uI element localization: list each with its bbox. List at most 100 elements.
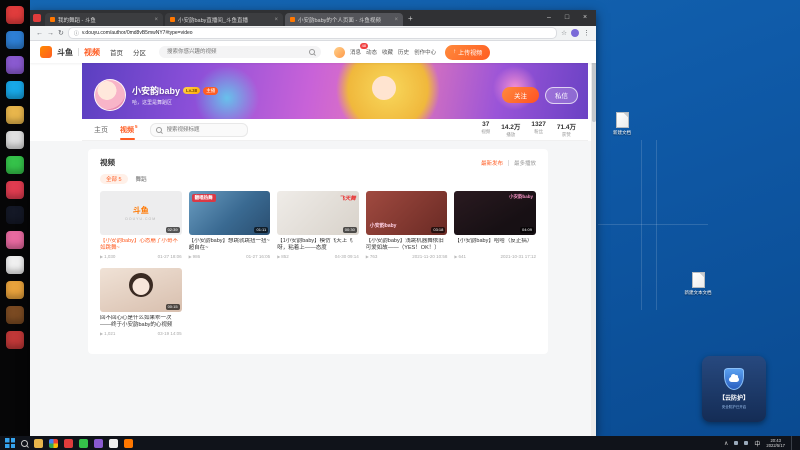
taskbar-search-icon[interactable] <box>21 439 28 447</box>
close-button[interactable]: × <box>577 10 593 26</box>
video-thumbnail[interactable]: 小安韵baby 03:18 <box>365 191 448 235</box>
browser-app-icon[interactable] <box>6 31 24 49</box>
taskbar-notepad-icon[interactable] <box>109 438 118 448</box>
site-logo-text[interactable]: 斗鱼 <box>57 47 73 58</box>
photo-app-icon[interactable] <box>6 231 24 249</box>
tab-home[interactable]: 主页 <box>94 125 108 135</box>
video-thumbnail[interactable]: 00:15 <box>100 268 182 312</box>
header-item-feed[interactable]: 动态 <box>366 48 377 56</box>
video-card[interactable]: 小安韵baby 04:09 【小安韵baby】哈哈（反正搞） ▶641 2021… <box>454 191 536 259</box>
video-title[interactable]: 【小安韵baby】想跳就跳扭一扭~超自在~ <box>189 238 271 252</box>
video-title[interactable]: 【小安韵baby】浅跳机器舞依旧可爱如故——（YES！OK！） <box>366 238 448 252</box>
history-label: 历史 <box>398 50 410 56</box>
taskbar-wechat-icon[interactable] <box>79 438 88 448</box>
site-search-input[interactable] <box>165 48 306 56</box>
profile-video-search-input[interactable] <box>164 125 242 134</box>
game-app-icon[interactable] <box>6 256 24 274</box>
sort-most-played[interactable]: 最多播放 <box>514 159 536 167</box>
search-icon[interactable] <box>309 49 315 55</box>
video-card[interactable]: 小安韵baby 03:18 【小安韵baby】浅跳机器舞依旧可爱如故——（YES… <box>365 191 448 259</box>
video-thumbnail[interactable]: 飞天舞 00:30 <box>277 191 359 235</box>
video-thumbnail[interactable]: 小安韵baby 04:09 <box>454 191 536 235</box>
taskbar-browser-icon[interactable] <box>49 438 58 448</box>
video-title[interactable]: 【1小安韵baby】模仿飞天上飞呀，粘着上——态度 <box>277 238 359 252</box>
browser-tab[interactable]: 小安韵baby直播间_斗鱼直播 × <box>165 13 283 26</box>
browser-tab-active[interactable]: 小安韵baby的个人页面 - 斗鱼视频 × <box>285 13 403 26</box>
tray-expand-icon[interactable]: ∧ <box>724 440 728 447</box>
url-field[interactable]: ⓘ v.douyu.com/author/0md8vB5mwNY7#type=v… <box>67 27 558 39</box>
music-app-icon[interactable] <box>6 181 24 199</box>
show-desktop-button[interactable] <box>791 436 795 450</box>
maximize-button[interactable]: □ <box>559 10 575 26</box>
forward-icon[interactable]: → <box>47 30 54 37</box>
nav-category[interactable]: 分区 <box>133 47 146 57</box>
browser-profile-avatar[interactable] <box>571 29 579 37</box>
taskbar-live-icon[interactable] <box>94 438 103 448</box>
private-message-button[interactable]: 私信 <box>545 86 578 104</box>
back-icon[interactable]: ← <box>36 30 43 37</box>
search-icon[interactable] <box>155 126 162 133</box>
video-card[interactable]: 飞天舞 00:30 【1小安韵baby】模仿飞天上飞呀，粘着上——态度 ▶852… <box>277 191 359 259</box>
video-app-icon[interactable] <box>6 331 24 349</box>
taskbar-douyu-icon[interactable] <box>124 438 133 448</box>
user-avatar[interactable] <box>334 46 345 58</box>
folder-icon[interactable] <box>6 131 24 149</box>
live-app-icon[interactable] <box>6 56 24 74</box>
tab-close-icon[interactable]: × <box>394 17 398 23</box>
filter-dance[interactable]: 舞蹈 <box>136 175 147 183</box>
header-item-messages[interactable]: 消息 48 <box>350 43 369 56</box>
video-thumbnail[interactable]: 翻唱热舞 01:11 <box>188 191 271 235</box>
upload-video-button[interactable]: ↑ 上传视频 <box>445 44 491 60</box>
tab-close-icon[interactable]: × <box>154 17 158 23</box>
video-editor-icon[interactable] <box>6 6 24 24</box>
sort-newest[interactable]: 最新发布 <box>481 159 503 167</box>
profile-avatar[interactable] <box>94 79 126 111</box>
douyin-icon[interactable] <box>6 206 24 224</box>
site-logo-sub[interactable]: 视频 <box>84 47 100 58</box>
profile-video-search[interactable] <box>149 122 248 137</box>
start-button[interactable] <box>5 438 15 448</box>
follow-button[interactable]: 关注 <box>502 87 539 103</box>
taskbar-clock[interactable]: 20:43 2022/5/17 <box>766 438 785 448</box>
tab-close-icon[interactable]: × <box>274 17 278 23</box>
minimize-button[interactable]: – <box>541 10 557 26</box>
kugou-icon[interactable] <box>6 81 24 99</box>
text-file-icon[interactable] <box>691 272 705 288</box>
douyu-logo-icon[interactable] <box>40 46 52 58</box>
header-item-creator-center[interactable]: 创作中心 <box>414 48 436 56</box>
video-card[interactable]: 00:15 回不回心心是什么如果乖一次——终于小安韵baby的心视频 ▶1,02… <box>100 268 182 336</box>
tray-volume-icon[interactable] <box>744 441 749 445</box>
scrollbar[interactable] <box>591 41 596 436</box>
site-search[interactable] <box>159 46 321 58</box>
video-title[interactable]: 【小安韵baby】哈哈（反正搞） <box>454 238 536 252</box>
site-info-icon[interactable]: ⓘ <box>74 30 79 37</box>
wechat-icon[interactable] <box>6 156 24 174</box>
new-tab-button[interactable]: + <box>408 14 413 23</box>
header-item-history[interactable]: 历史 <box>398 48 409 56</box>
reload-icon[interactable]: ↻ <box>58 29 64 37</box>
filter-all[interactable]: 全部 5 <box>100 174 128 184</box>
browser-logo-icon[interactable] <box>33 14 41 22</box>
tools-app-icon[interactable] <box>6 306 24 324</box>
video-title[interactable]: 回不回心心是什么如果乖一次——终于小安韵baby的心视频 <box>100 315 182 329</box>
store-app-icon[interactable] <box>6 281 24 299</box>
browser-menu-icon[interactable]: ⋮ <box>583 29 590 37</box>
input-language-indicator[interactable]: 中 <box>754 439 760 448</box>
desktop-shortcut[interactable]: 新建文档 <box>604 112 640 136</box>
bookmark-star-icon[interactable]: ☆ <box>561 29 567 37</box>
nav-home[interactable]: 首页 <box>110 47 123 57</box>
video-thumbnail[interactable]: 斗鱼 DOUYU.COM 02:39 <box>100 191 182 235</box>
taskbar-music-icon[interactable] <box>64 438 73 448</box>
tray-network-icon[interactable] <box>734 441 739 445</box>
browser-tab[interactable]: 我的舞蹈 - 斗鱼 × <box>45 13 163 26</box>
desktop-shortcut[interactable]: 新建文本文档 <box>680 272 716 296</box>
karaoke-icon[interactable] <box>6 106 24 124</box>
header-item-favorites[interactable]: 收藏 <box>382 48 393 56</box>
document-icon[interactable] <box>615 112 629 128</box>
video-card[interactable]: 翻唱热舞 01:11 【小安韵baby】想跳就跳扭一扭~超自在~ ▶986 01… <box>188 191 271 259</box>
video-card[interactable]: 斗鱼 DOUYU.COM 02:39 【小安韵baby】心态崩了小哥不如跳舞~ … <box>100 191 182 259</box>
tab-video[interactable]: 视频 5 <box>120 119 138 140</box>
taskbar-folder-icon[interactable] <box>34 438 43 448</box>
cloud-protection-widget[interactable]: 【云防护】 安全防护已开启 <box>702 356 766 422</box>
video-title[interactable]: 【小安韵baby】心态崩了小哥不如跳舞~ <box>100 238 182 252</box>
